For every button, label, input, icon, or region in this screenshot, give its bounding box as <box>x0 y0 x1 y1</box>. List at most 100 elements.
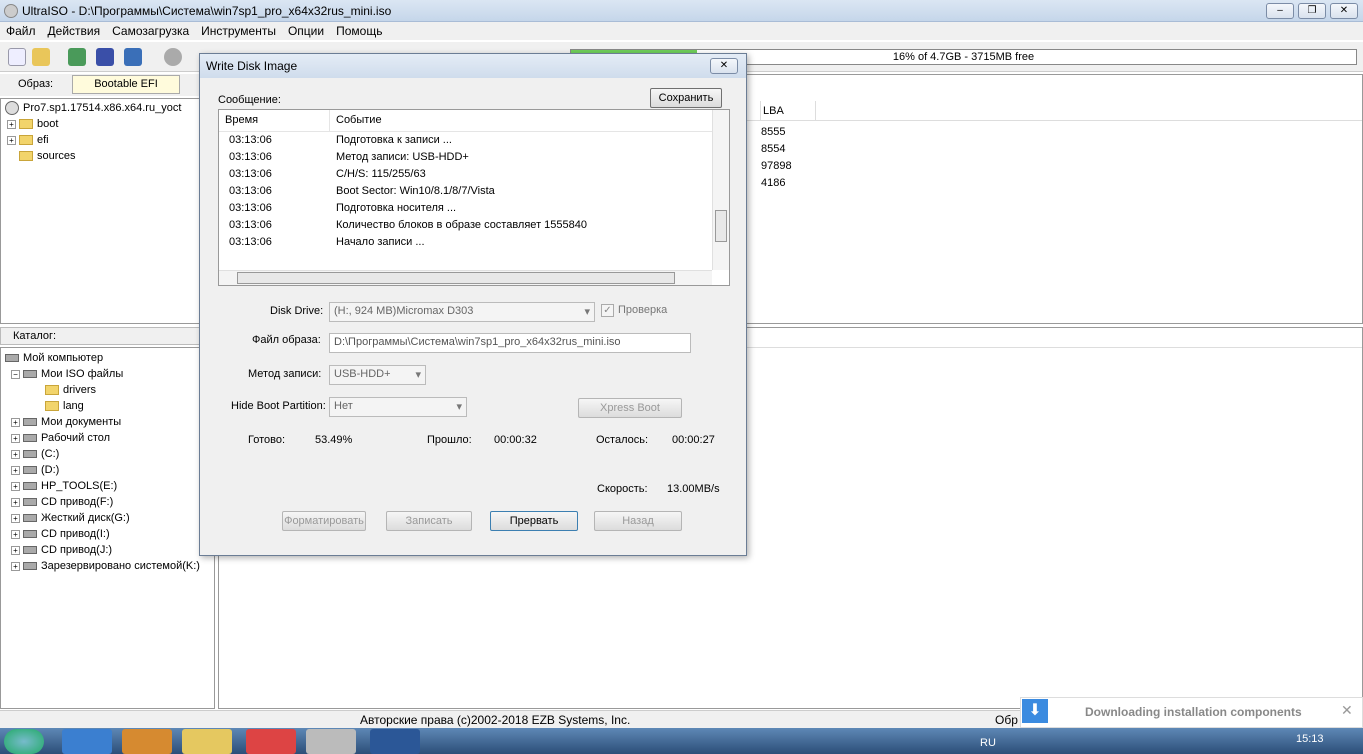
xpress-boot-button[interactable]: Xpress Boot <box>578 398 682 418</box>
save-log-button[interactable]: Сохранить <box>650 88 722 108</box>
col-time[interactable]: Время <box>225 112 258 129</box>
catalog-item[interactable]: Мой компьютер <box>5 350 210 366</box>
catalog-item[interactable]: + Зарезервировано системой(K:) <box>5 558 210 574</box>
image-type-field[interactable]: Bootable EFI <box>72 75 180 94</box>
log-row[interactable]: 03:13:06 Подготовка к записи ... <box>219 132 729 149</box>
abort-button[interactable]: Прервать <box>490 511 578 531</box>
log-event: Количество блоков в образе составляет 15… <box>336 219 587 231</box>
catalog-item[interactable]: + Жесткий диск(G:) <box>5 510 210 526</box>
menu-tools[interactable]: Инструменты <box>195 22 282 40</box>
log-hscrollbar[interactable] <box>219 270 712 285</box>
expand-icon[interactable]: + <box>11 433 20 443</box>
catalog-item-label: Жесткий диск(G:) <box>41 512 130 524</box>
verify-label: Проверка <box>618 304 668 316</box>
chrome-icon[interactable] <box>246 729 296 754</box>
catalog-item[interactable]: drivers <box>5 382 210 398</box>
menu-help[interactable]: Помощь <box>330 22 388 40</box>
media-player-icon[interactable] <box>122 729 172 754</box>
speed-label: Скорость: <box>597 483 648 495</box>
word-icon[interactable] <box>370 729 420 754</box>
hide-partition-select[interactable]: Нет <box>329 397 467 417</box>
vscroll-thumb[interactable] <box>715 210 727 242</box>
dialog-close-button[interactable]: ✕ <box>710 58 738 74</box>
iso-root[interactable]: Pro7.sp1.17514.x86.x64.ru_yoct <box>5 100 210 116</box>
maximize-button[interactable]: ❐ <box>1298 3 1326 19</box>
extract-icon[interactable] <box>68 48 86 66</box>
burn-icon[interactable] <box>164 48 182 66</box>
log-row[interactable]: 03:13:06 Количество блоков в образе соста… <box>219 217 729 234</box>
close-button[interactable]: ✕ <box>1330 3 1358 19</box>
catalog-item[interactable]: + Рабочий стол <box>5 430 210 446</box>
done-label: Готово: <box>248 434 286 446</box>
log-row[interactable]: 03:13:06 Начало записи ... <box>219 234 729 251</box>
hscroll-thumb[interactable] <box>237 272 675 284</box>
catalog-item[interactable]: + CD привод(I:) <box>5 526 210 542</box>
catalog-item[interactable]: + HP_TOOLS(E:) <box>5 478 210 494</box>
expand-icon[interactable]: − <box>11 369 20 379</box>
menu-file[interactable]: Файл <box>0 22 42 40</box>
log-row[interactable]: 03:13:06 Boot Sector: Win10/8.1/8/7/Vista <box>219 183 729 200</box>
expand-icon[interactable]: + <box>11 449 20 459</box>
explorer-icon[interactable] <box>182 729 232 754</box>
catalog-item[interactable]: + CD привод(F:) <box>5 494 210 510</box>
menu-bootable[interactable]: Самозагрузка <box>106 22 195 40</box>
iso-folder-sources[interactable]: sources <box>5 148 210 164</box>
catalog-item[interactable]: lang <box>5 398 210 414</box>
menu-options[interactable]: Опции <box>282 22 330 40</box>
log-time: 03:13:06 <box>229 202 272 214</box>
log-vscrollbar[interactable] <box>712 110 729 270</box>
expand-icon[interactable]: + <box>11 561 20 571</box>
drv-icon <box>23 498 37 507</box>
new-icon[interactable] <box>8 48 26 66</box>
log-header: Время Событие <box>219 110 729 132</box>
expand-icon[interactable]: + <box>11 481 20 491</box>
catalog-item[interactable]: + (D:) <box>5 462 210 478</box>
menu-actions[interactable]: Действия <box>42 22 107 40</box>
expand-icon[interactable]: + <box>11 497 20 507</box>
catalog-item-label: CD привод(F:) <box>41 496 114 508</box>
expand-icon[interactable]: + <box>7 135 16 145</box>
expand-icon[interactable]: + <box>7 119 16 129</box>
disk-drive-select[interactable]: (H:, 924 MB)Micromax D303 <box>329 302 595 322</box>
write-button[interactable]: Записать <box>386 511 472 531</box>
save-as-icon[interactable] <box>124 48 142 66</box>
format-button[interactable]: Форматировать <box>282 511 366 531</box>
notification-text: Downloading installation components <box>1085 705 1302 719</box>
expand-icon[interactable]: + <box>11 513 20 523</box>
ie-icon[interactable] <box>62 729 112 754</box>
catalog-item[interactable]: − Мои ISO файлы <box>5 366 210 382</box>
notification[interactable]: ⬇ Downloading installation components ✕ <box>1020 697 1363 728</box>
catalog-item[interactable]: + Мои документы <box>5 414 210 430</box>
expand-icon[interactable]: + <box>11 545 20 555</box>
ultraiso-icon[interactable] <box>306 729 356 754</box>
iso-folder-boot[interactable]: + boot <box>5 116 210 132</box>
open-icon[interactable] <box>32 48 50 66</box>
log-row[interactable]: 03:13:06 C/H/S: 115/255/63 <box>219 166 729 183</box>
verify-checkbox[interactable]: ✓ <box>601 304 614 317</box>
catalog-item-label: CD привод(I:) <box>41 528 110 540</box>
clock[interactable]: 15:13 <box>1296 733 1324 745</box>
log-row[interactable]: 03:13:06 Метод записи: USB-HDD+ <box>219 149 729 166</box>
image-row: Образ: Bootable EFI <box>0 74 215 96</box>
expand-icon[interactable]: + <box>11 417 20 427</box>
app-icon <box>4 4 18 18</box>
log-row[interactable]: 03:13:06 Подготовка носителя ... <box>219 200 729 217</box>
catalog-item[interactable]: + (C:) <box>5 446 210 462</box>
catalog-item[interactable]: + CD привод(J:) <box>5 542 210 558</box>
minimize-button[interactable]: – <box>1266 3 1294 19</box>
notification-close[interactable]: ✕ <box>1341 702 1353 719</box>
catalog-item-label: Зарезервировано системой(K:) <box>41 560 200 572</box>
col-event[interactable]: Событие <box>329 110 388 131</box>
col-lba[interactable]: LBA <box>760 101 816 121</box>
drv-icon <box>23 530 37 539</box>
start-button[interactable] <box>4 729 44 754</box>
expand-icon[interactable]: + <box>11 465 20 475</box>
log-event: Boot Sector: Win10/8.1/8/7/Vista <box>336 185 495 197</box>
expand-icon[interactable]: + <box>11 529 20 539</box>
back-button[interactable]: Назад <box>594 511 682 531</box>
save-icon[interactable] <box>96 48 114 66</box>
language-indicator[interactable]: RU <box>980 737 996 749</box>
iso-folder-efi[interactable]: + efi <box>5 132 210 148</box>
method-select[interactable]: USB-HDD+ <box>329 365 426 385</box>
image-file-field[interactable]: D:\Программы\Система\win7sp1_pro_x64x32r… <box>329 333 691 353</box>
